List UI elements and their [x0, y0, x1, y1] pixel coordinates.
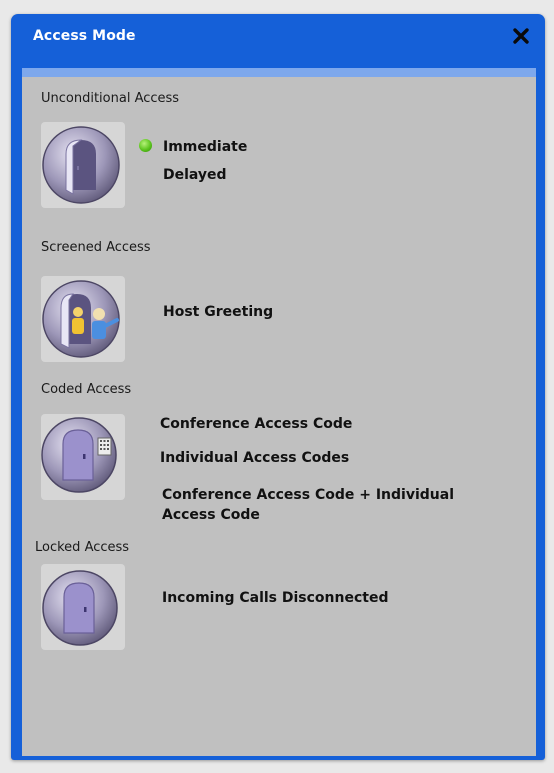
option-conference-access-code[interactable]: Conference Access Code — [160, 416, 352, 432]
option-incoming-calls-disconnected[interactable]: Incoming Calls Disconnected — [162, 590, 388, 606]
section-label-coded-access: Coded Access — [41, 382, 132, 397]
section-label-unconditional-access: Unconditional Access — [41, 91, 180, 106]
section-label-screened-access: Screened Access — [41, 240, 151, 255]
access-mode-dialog: Access Mode Unconditional Access Immedia… — [11, 14, 545, 760]
option-immediate[interactable]: Immediate — [163, 139, 247, 155]
close-x-glyph — [513, 28, 529, 44]
panel-header-strip — [22, 68, 536, 77]
host-greeting-door-icon[interactable] — [41, 276, 125, 362]
option-individual-access-codes[interactable]: Individual Access Codes — [160, 450, 349, 466]
door-keypad-icon[interactable] — [41, 414, 125, 500]
dialog-title: Access Mode — [33, 28, 136, 44]
open-door-icon[interactable] — [41, 122, 125, 208]
option-delayed[interactable]: Delayed — [163, 167, 227, 183]
access-mode-panel: Unconditional Access Immediate Delayed S… — [22, 68, 536, 756]
option-conference-plus-individual-access-code[interactable]: Conference Access Code + Individual Acce… — [162, 485, 502, 525]
section-label-locked-access: Locked Access — [35, 540, 130, 555]
close-icon[interactable] — [511, 26, 531, 46]
dialog-titlebar[interactable]: Access Mode — [11, 14, 545, 66]
selected-radio-indicator — [139, 139, 152, 152]
option-host-greeting[interactable]: Host Greeting — [163, 304, 273, 320]
closed-door-icon[interactable] — [41, 564, 125, 650]
